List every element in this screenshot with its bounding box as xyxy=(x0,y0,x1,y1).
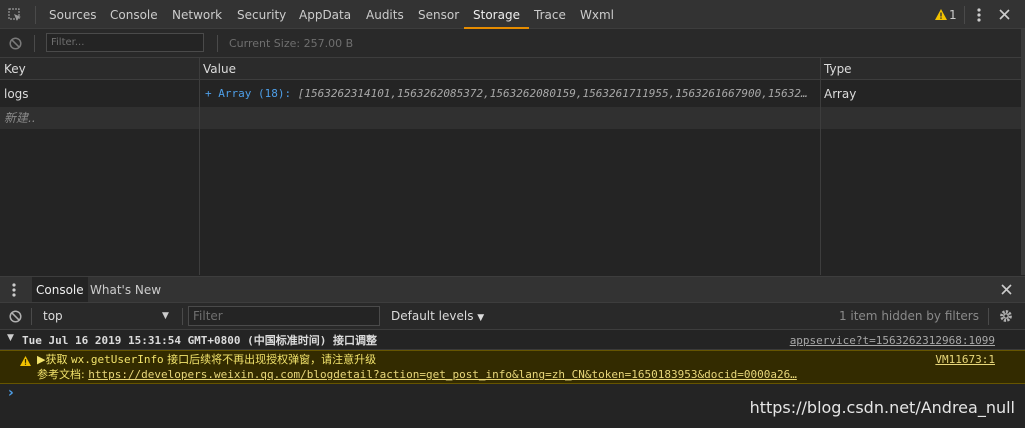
gear-icon[interactable] xyxy=(999,309,1013,323)
row-value[interactable]: + Array (18): [1563262314101,15632620853… xyxy=(205,81,813,107)
tab-trace[interactable]: Trace xyxy=(532,0,568,29)
column-header-type[interactable]: Type xyxy=(824,58,852,80)
new-entry-row[interactable]: 新建.. xyxy=(0,107,1025,129)
column-divider[interactable] xyxy=(820,58,821,275)
doc-link[interactable]: https://developers.weixin.qq.com/blogdet… xyxy=(88,368,797,381)
new-entry-placeholder[interactable]: 新建.. xyxy=(4,107,36,129)
hidden-items-count: 1 item hidden by filters xyxy=(838,309,979,323)
tab-storage[interactable]: Storage xyxy=(464,0,529,29)
warning-code: wx.getUserInfo xyxy=(70,353,164,366)
console-prompt-icon[interactable]: › xyxy=(8,384,14,402)
log-levels-dropdown[interactable]: Default levels ▼ xyxy=(391,303,484,331)
chevron-down-icon: ▼ xyxy=(477,313,485,323)
tab-audits[interactable]: Audits xyxy=(364,0,406,29)
warning-line-1[interactable]: ▶获取 wx.getUserInfo 接口后续将不再出现授权弹窗，请注意升级 xyxy=(37,352,376,367)
chevron-down-icon: ▼ xyxy=(162,311,169,321)
more-options-icon[interactable] xyxy=(977,8,981,22)
context-select[interactable]: top ▼ xyxy=(36,303,176,329)
storage-table-header: Key Value Type xyxy=(0,58,1025,80)
storage-toolbar: Filter... Current Size: 257.00 B xyxy=(0,29,1025,58)
log-levels-label: Default levels xyxy=(391,309,474,323)
doc-label: 参考文档: xyxy=(37,368,89,381)
storage-filter-input[interactable]: Filter... xyxy=(46,33,204,52)
console-warning-message: ▶获取 wx.getUserInfo 接口后续将不再出现授权弹窗，请注意升级 参… xyxy=(0,350,1025,384)
drawer-tab-bar: Console What's New xyxy=(0,276,1025,303)
warning-icon xyxy=(20,355,31,366)
context-value: top xyxy=(43,309,63,323)
console-filter-input[interactable]: Filter xyxy=(188,306,380,326)
close-devtools-icon[interactable] xyxy=(999,9,1010,20)
drawer-tab-console[interactable]: Console xyxy=(32,277,88,302)
warning-icon[interactable] xyxy=(935,9,947,20)
clear-storage-icon[interactable] xyxy=(9,37,22,50)
close-drawer-icon[interactable] xyxy=(1001,284,1012,295)
drawer-tab-whats-new[interactable]: What's New xyxy=(86,277,165,302)
column-divider[interactable] xyxy=(199,58,200,275)
tab-network[interactable]: Network xyxy=(170,0,224,29)
watermark: https://blog.csdn.net/Andrea_null xyxy=(749,398,1015,417)
expand-array-toggle[interactable]: + Array (18): xyxy=(205,87,298,100)
devtools-tab-bar: Sources Console Network Security AppData… xyxy=(0,0,1025,29)
warning-line-2: 参考文档: https://developers.weixin.qq.com/b… xyxy=(37,367,797,382)
row-type: Array xyxy=(824,87,857,101)
collapse-triangle-icon[interactable]: ▼ xyxy=(7,333,14,343)
tab-security[interactable]: Security xyxy=(235,0,288,29)
tab-sensor[interactable]: Sensor xyxy=(416,0,461,29)
clear-console-icon[interactable] xyxy=(9,310,22,323)
warning-suffix: 接口后续将不再出现授权弹窗，请注意升级 xyxy=(163,353,377,366)
column-header-value[interactable]: Value xyxy=(203,58,236,80)
row-key[interactable]: logs xyxy=(4,81,194,107)
warning-source-link[interactable]: VM11673:1 xyxy=(935,352,995,367)
tab-sources[interactable]: Sources xyxy=(47,0,98,29)
column-header-key[interactable]: Key xyxy=(4,58,26,80)
warning-prefix: ▶获取 xyxy=(37,353,71,366)
group-title: Tue Jul 16 2019 15:31:54 GMT+0800 (中国标准时… xyxy=(22,334,378,347)
inspect-element-icon[interactable] xyxy=(8,8,22,22)
tab-appdata[interactable]: AppData xyxy=(297,0,353,29)
group-source-link[interactable]: appservice?t=1563262312968:1099 xyxy=(790,331,995,350)
row-value-text: [1563262314101,1563262085372,15632620801… xyxy=(297,87,808,100)
warning-count: 1 xyxy=(949,8,957,22)
current-size-label: Current Size: 257.00 B xyxy=(229,37,354,50)
console-group-header[interactable]: ▼ Tue Jul 16 2019 15:31:54 GMT+0800 (中国标… xyxy=(0,331,1025,350)
vertical-scrollbar[interactable] xyxy=(1021,29,1025,275)
table-row[interactable]: logs + Array (18): [1563262314101,156326… xyxy=(0,81,1025,107)
tab-console[interactable]: Console xyxy=(108,0,160,29)
tab-wxml[interactable]: Wxml xyxy=(578,0,616,29)
console-toolbar: top ▼ Filter Default levels ▼ 1 item hid… xyxy=(0,303,1025,330)
drawer-menu-icon[interactable] xyxy=(12,283,16,297)
